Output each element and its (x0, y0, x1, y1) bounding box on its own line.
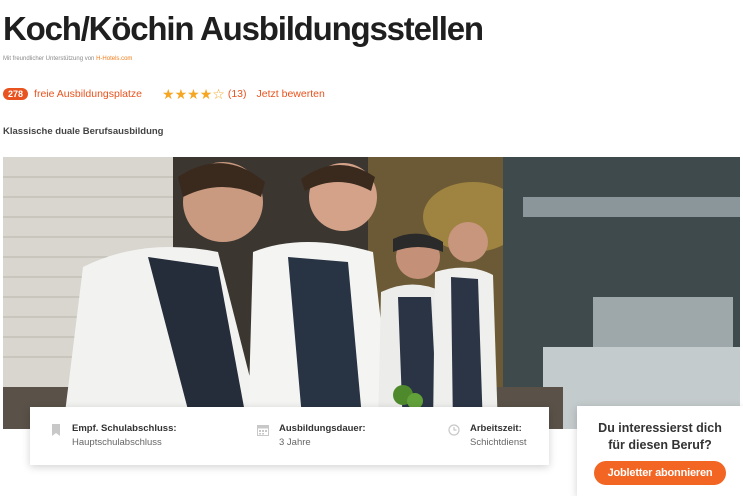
page-title: Koch/Köchin Ausbildungsstellen (3, 10, 484, 47)
info-label: Ausbildungsdauer: (279, 423, 366, 434)
info-label: Arbeitszeit: (470, 423, 522, 434)
info-school: Empf. Schulabschluss: Hauptschulabschlus… (50, 423, 177, 448)
info-label: Empf. Schulabschluss: (72, 423, 177, 434)
kitchen-photo (3, 157, 740, 429)
info-value: 3 Jahre (279, 437, 311, 448)
cta-title: Du interessierst dich für diesen Beruf? (577, 420, 743, 454)
info-worktime: Arbeitszeit: Schichtdienst (448, 423, 527, 448)
count-badge: 278 (3, 88, 29, 100)
subscribe-button[interactable]: Jobletter abonnieren (593, 461, 727, 485)
meta-row: 278 freie Ausbildungsplatze ★ ★ ★ ★ ☆ (1… (3, 86, 325, 102)
info-value: Hauptschulabschluss (72, 437, 162, 448)
sponsor-prefix: Mit freundlicher Unterstützung von (3, 56, 95, 62)
star-filled-icon: ★ (187, 86, 200, 102)
info-duration: Ausbildungsdauer: 3 Jahre (257, 423, 366, 448)
star-filled-icon: ★ (174, 86, 188, 102)
calendar-icon (257, 425, 269, 436)
star-filled-icon: ★ (199, 86, 213, 102)
clock-icon (448, 424, 460, 436)
bookmark-icon (52, 424, 60, 436)
star-empty-icon: ☆ (212, 86, 225, 102)
sponsor-note: Mit freundlicher Unterstützung von H-Hot… (3, 56, 132, 62)
info-bar: Empf. Schulabschluss: Hauptschulabschlus… (30, 407, 549, 465)
rating-count: (13) (227, 88, 247, 100)
rate-now-link[interactable]: Jetzt bewerten (257, 88, 325, 100)
cta-title-line2: für diesen Beruf? (608, 438, 712, 452)
star-filled-icon: ★ (162, 86, 175, 102)
info-value: Schichtdienst (470, 437, 527, 448)
hero-image (3, 157, 740, 429)
free-places-link[interactable]: freie Ausbildungsplatze (34, 88, 142, 100)
sponsor-link[interactable]: H-Hotels.com (96, 56, 132, 62)
training-type: Klassische duale Berufsausbildung (3, 126, 164, 137)
subscribe-box: Du interessierst dich für diesen Beruf? … (577, 406, 743, 496)
rating-stars: ★ ★ ★ ★ ☆ (162, 86, 225, 102)
cta-title-line1: Du interessierst dich (598, 421, 722, 435)
